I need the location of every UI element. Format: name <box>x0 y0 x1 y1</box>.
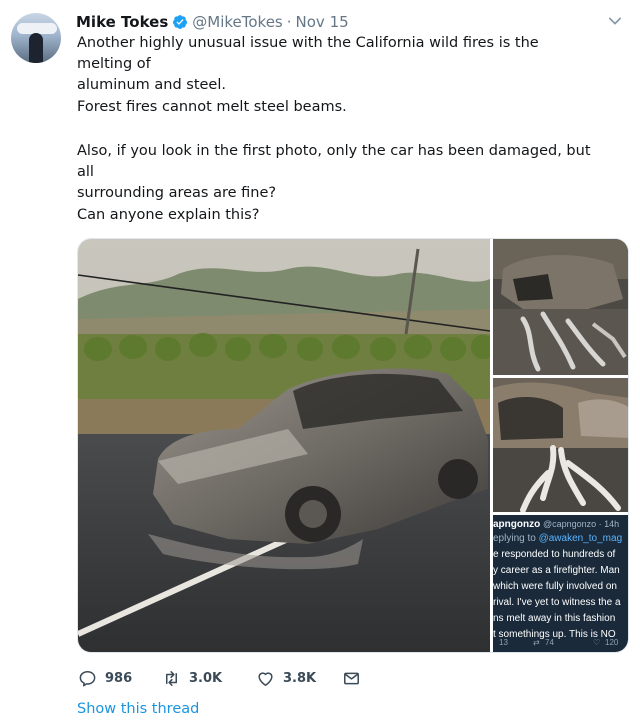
avatar-person-shape <box>29 33 43 63</box>
embedded-tweet-line: which were fully involved on <box>493 581 617 592</box>
reply-icon <box>79 670 96 686</box>
reply-count: 986 <box>105 670 133 686</box>
tweet-text-line: aluminum and steel. <box>77 77 226 93</box>
photo-burned-car[interactable] <box>78 239 490 653</box>
embedded-tweet-handle: @capngonzo · 14h <box>543 519 620 529</box>
embedded-tweet-line: rival. I've yet to witness the a <box>493 597 621 608</box>
heart-icon: ♡ <box>593 638 601 647</box>
envelope-icon <box>344 672 359 684</box>
tweet-text-line: Another highly unusual issue with the Ca… <box>77 35 539 72</box>
photo-melted-metal-2[interactable] <box>493 378 629 512</box>
verified-badge-icon <box>173 15 188 29</box>
author-handle[interactable]: @MikeTokes <box>192 13 282 31</box>
retweet-button[interactable]: 3.0K <box>162 669 222 688</box>
heart-icon <box>258 671 273 686</box>
embedded-tweet-line: ns melt away in this fashion <box>493 613 616 624</box>
embedded-tweet-reply-prefix: eplying to <box>493 533 539 544</box>
tweet-text-paragraph-3: Also, if you look in the first photo, on… <box>77 141 597 204</box>
tweet-header: Mike Tokes @MikeTokes · Nov 15 <box>76 11 349 33</box>
tweet-text-paragraph-2: Forest fires cannot melt steel beams. <box>77 99 347 115</box>
embedded-tweet-line: y career as a firefighter. Man <box>493 565 620 576</box>
tweet-text-paragraph-1: Another highly unusual issue with the Ca… <box>77 33 597 96</box>
embedded-tweet-mention: @awaken_to_mag <box>538 533 623 544</box>
like-button[interactable]: 3.8K <box>256 669 316 688</box>
direct-message-button[interactable] <box>342 669 369 688</box>
separator-dot: · <box>286 13 292 31</box>
tweet-text-line: Also, if you look in the first photo, on… <box>77 143 591 180</box>
show-thread-link[interactable]: Show this thread <box>77 701 199 717</box>
tweet-date[interactable]: Nov 15 <box>296 13 349 31</box>
tweet-text-line: surrounding areas are fine? <box>77 185 277 201</box>
author-name[interactable]: Mike Tokes <box>76 13 168 31</box>
retweet-icon <box>165 670 178 686</box>
embedded-tweet-header: apngonzo @capngonzo · 14h <box>493 519 619 530</box>
like-count: 3.8K <box>283 670 317 686</box>
embedded-tweet-user: apngonzo <box>493 519 541 530</box>
chevron-down-icon[interactable] <box>606 12 624 30</box>
embedded-tweet-retweets: 74 <box>545 638 554 647</box>
reply-button[interactable]: 986 <box>78 669 132 688</box>
avatar[interactable] <box>11 13 61 63</box>
retweet-count: 3.0K <box>189 670 223 686</box>
embedded-tweet-likes: 120 <box>605 638 619 647</box>
embedded-tweet-line: e responded to hundreds of <box>493 549 616 560</box>
embedded-tweet-screenshot[interactable]: apngonzo @capngonzo · 14h eplying to @aw… <box>493 515 628 652</box>
retweet-icon: ⇄ <box>533 638 540 647</box>
embedded-tweet-replies: 13 <box>499 638 508 647</box>
tweet-text-paragraph-4: Can anyone explain this? <box>77 207 260 223</box>
embedded-tweet-reply-line: eplying to @awaken_to_mag <box>493 533 622 544</box>
media-grid: apngonzo @capngonzo · 14h eplying to @aw… <box>77 238 629 653</box>
photo-melted-metal-1[interactable] <box>493 239 629 375</box>
